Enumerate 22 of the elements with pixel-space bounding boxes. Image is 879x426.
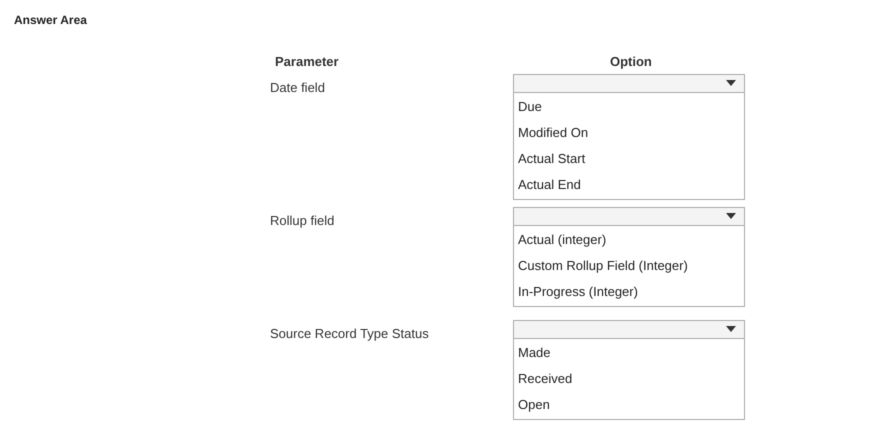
dropdown-option[interactable]: Due <box>514 94 744 120</box>
dropdown-option[interactable]: Made <box>514 340 744 366</box>
column-header: Option <box>610 53 652 71</box>
dropdown-option[interactable]: Modified On <box>514 120 744 146</box>
answer-area-title: Answer Area <box>14 12 87 29</box>
parameter-label: Rollup field <box>270 212 334 228</box>
dropdown-option[interactable]: Actual End <box>514 172 744 198</box>
column-header: Parameter <box>275 53 340 71</box>
dropdown[interactable] <box>513 206 745 226</box>
dropdown-option[interactable]: Actual Start <box>514 146 744 172</box>
dropdown-option[interactable]: Received <box>514 366 744 392</box>
dropdown-option[interactable]: Open <box>514 392 744 418</box>
caret-icon <box>726 80 736 86</box>
caret-icon <box>726 326 736 332</box>
dropdown-option[interactable]: In-Progress (Integer) <box>514 278 744 304</box>
dropdown[interactable] <box>513 320 745 338</box>
caret-icon <box>726 213 736 219</box>
dropdown[interactable] <box>513 74 745 92</box>
parameter-label: Date field <box>270 80 325 94</box>
dropdown-option[interactable]: Custom Rollup Field (Integer) <box>514 252 744 278</box>
dropdown-option[interactable]: Actual (integer) <box>514 226 744 252</box>
parameter-label: Source Record Type Status <box>270 326 429 340</box>
